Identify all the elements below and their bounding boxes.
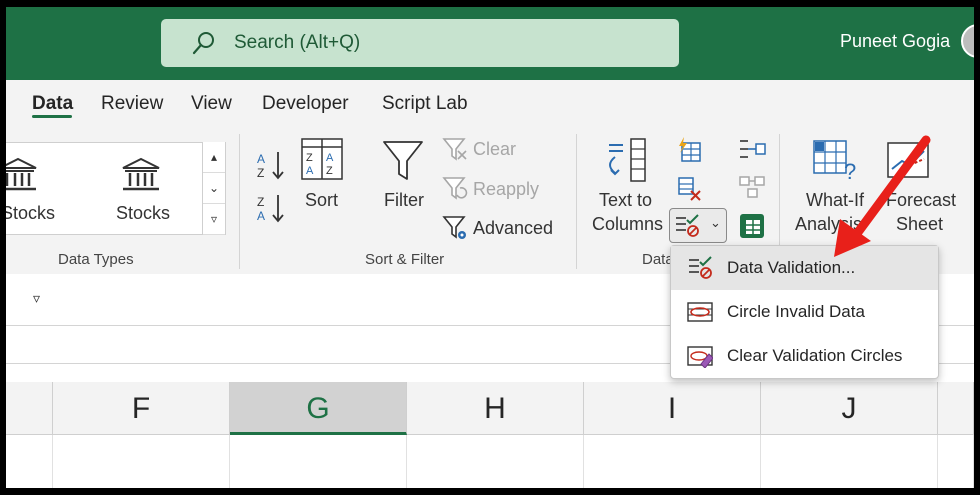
active-tab-indicator	[32, 115, 72, 118]
data-validation-menu: Data Validation... Circle Invalid Data C…	[670, 245, 939, 379]
advanced-filter-icon[interactable]	[442, 214, 468, 242]
menu-item-label: Data Validation...	[727, 258, 856, 277]
group-separator	[576, 134, 577, 269]
cell[interactable]	[6, 435, 53, 488]
reapply-icon	[442, 177, 468, 200]
flash-fill-icon[interactable]	[676, 137, 702, 163]
chevron-down-icon: ⌄	[710, 215, 721, 230]
gallery-expand-icon[interactable]: ▿	[203, 204, 225, 235]
reapply-label: Reapply	[473, 179, 540, 199]
column-header-partial[interactable]	[6, 382, 53, 435]
column-header-g[interactable]: G	[230, 382, 407, 435]
tab-review[interactable]: Review	[101, 93, 163, 115]
cell[interactable]	[407, 435, 584, 488]
column-header-j[interactable]: J	[761, 382, 938, 435]
avatar[interactable]	[961, 24, 974, 58]
column-header-i[interactable]: I	[584, 382, 761, 435]
group-label-sort-filter: Sort & Filter	[365, 251, 445, 268]
annotation-arrow-icon	[834, 135, 931, 257]
sort-z-to-a-icon[interactable]: Z A	[256, 192, 286, 224]
relationships-icon[interactable]	[738, 175, 766, 199]
menu-item-circle-invalid-data[interactable]: Circle Invalid Data	[671, 290, 938, 334]
group-label-data-types: Data Types	[58, 251, 134, 268]
customize-quick-access-icon[interactable]: ▿	[33, 290, 40, 307]
search-icon	[192, 32, 214, 55]
stocks-bank-icon[interactable]	[6, 157, 38, 193]
group-separator	[239, 134, 240, 269]
circle-invalid-icon	[687, 302, 713, 322]
cell[interactable]	[761, 435, 938, 488]
svg-text:A: A	[306, 165, 314, 177]
data-validation-icon	[689, 256, 712, 279]
search-box[interactable]: Search (Alt+Q)	[161, 19, 679, 67]
clear-circles-icon	[687, 346, 713, 368]
sort-a-to-z-icon[interactable]: A Z	[256, 149, 286, 181]
text-to-columns-label-line2[interactable]: Columns	[592, 212, 663, 236]
tab-view[interactable]: View	[191, 93, 232, 115]
sort-dialog-icon[interactable]: Z A A Z	[300, 137, 344, 181]
sort-label[interactable]: Sort	[305, 188, 338, 212]
gallery-scroll: ▴ ⌄ ▿	[202, 142, 225, 235]
data-validation-icon	[676, 214, 699, 237]
gallery-scroll-up-icon[interactable]: ▴	[203, 142, 225, 173]
title-bar: Search (Alt+Q) Puneet Gogia	[6, 7, 974, 80]
excel-window: Search (Alt+Q) Puneet Gogia Data Review …	[6, 7, 974, 488]
tab-developer[interactable]: Developer	[262, 93, 349, 115]
menu-item-label: Clear Validation Circles	[727, 346, 903, 365]
menu-item-clear-validation-circles[interactable]: Clear Validation Circles	[671, 334, 938, 378]
group-label-data-tools: Data	[642, 251, 674, 268]
cell[interactable]	[53, 435, 230, 488]
cell[interactable]	[584, 435, 761, 488]
svg-text:Z: Z	[257, 166, 264, 180]
user-name[interactable]: Puneet Gogia	[840, 31, 950, 52]
tab-script-lab[interactable]: Script Lab	[382, 93, 468, 115]
text-to-columns-label-line1[interactable]: Text to	[599, 188, 652, 212]
filter-label[interactable]: Filter	[384, 188, 424, 212]
stocks-partial-label: Stocks	[6, 203, 56, 223]
data-model-icon[interactable]	[738, 212, 766, 240]
svg-text:Z: Z	[306, 152, 313, 164]
cell[interactable]	[938, 435, 974, 488]
tab-data[interactable]: Data	[32, 93, 73, 115]
svg-text:Z: Z	[257, 195, 264, 209]
svg-text:A: A	[257, 152, 265, 166]
svg-text:A: A	[257, 209, 265, 223]
stocks-label: Stocks	[116, 203, 171, 223]
svg-text:A: A	[326, 152, 334, 164]
cell[interactable]	[230, 435, 407, 488]
stocks-bank-icon[interactable]	[121, 157, 161, 193]
column-header-f[interactable]: F	[53, 382, 230, 435]
column-header-partial[interactable]	[938, 382, 974, 435]
remove-duplicates-icon[interactable]	[676, 175, 702, 201]
clear-filter-icon	[442, 138, 467, 161]
filter-funnel-icon[interactable]	[382, 139, 424, 183]
clear-label: Clear	[473, 139, 517, 159]
data-validation-split-button[interactable]: ⌄	[669, 208, 727, 243]
screenshot-frame: Search (Alt+Q) Puneet Gogia Data Review …	[0, 0, 980, 495]
gallery-scroll-down-icon[interactable]: ⌄	[203, 173, 225, 204]
search-placeholder: Search (Alt+Q)	[234, 32, 361, 53]
menu-item-label: Circle Invalid Data	[727, 302, 865, 321]
consolidate-icon[interactable]	[738, 137, 766, 161]
column-header-h[interactable]: H	[407, 382, 584, 435]
advanced-label[interactable]: Advanced	[473, 216, 553, 240]
svg-text:Z: Z	[326, 165, 333, 177]
text-to-columns-icon[interactable]	[601, 137, 649, 183]
